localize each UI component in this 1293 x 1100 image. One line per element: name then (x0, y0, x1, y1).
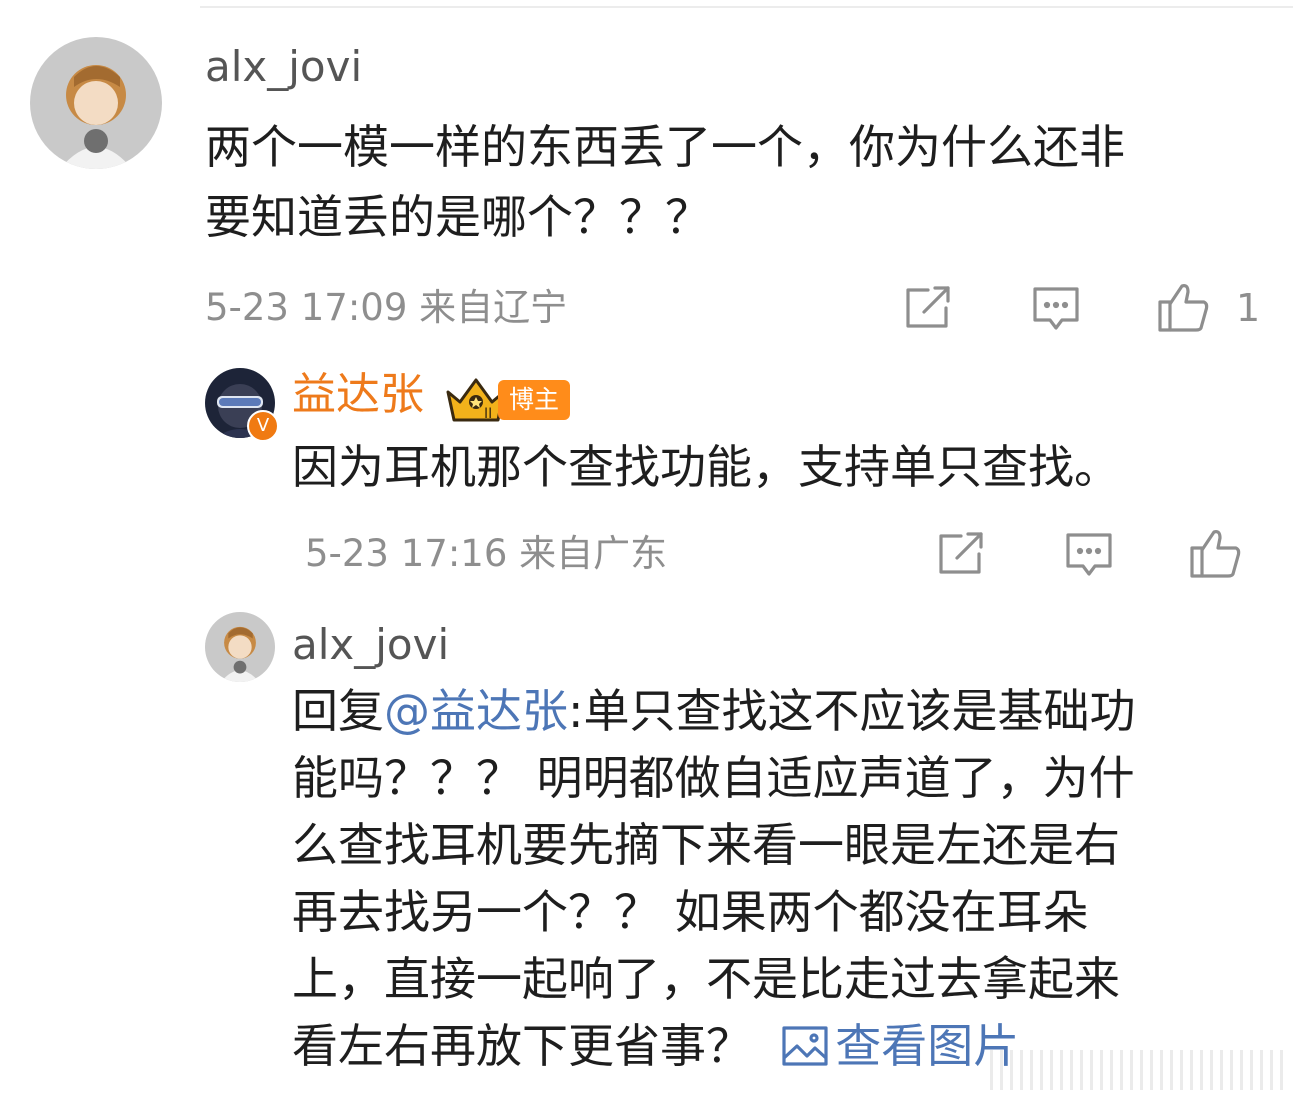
blogger-badge: 博主 (498, 380, 570, 420)
reply-prefix: 回复 (292, 684, 384, 738)
comment-icon[interactable] (1030, 284, 1082, 334)
like-count: 1 (1236, 286, 1261, 330)
reply-text-line-2: 能吗？？？ 明明都做自适应声道了，为什 (292, 751, 1135, 805)
view-image-link[interactable]: 查看图片 (781, 1019, 1019, 1073)
svg-text:II: II (484, 406, 492, 422)
reply-username[interactable]: alx_jovi (292, 620, 449, 670)
reply-text: 因为耳机那个查找功能，支持单只查找。 (292, 440, 1120, 494)
mention-link[interactable]: @益达张 (384, 684, 568, 738)
like-icon[interactable] (1156, 280, 1212, 334)
reply-text-line-4: 再去找另一个？？ 如果两个都没在耳朵 (292, 885, 1089, 939)
like-icon[interactable] (1188, 526, 1244, 580)
share-icon[interactable] (935, 530, 987, 578)
reply-username[interactable]: 益达张 (292, 370, 424, 420)
reply-text-line-5: 上，直接一起响了，不是比走过去拿起来 (292, 952, 1120, 1006)
reply-text-segment: 看左右再放下更省事？ (292, 1019, 752, 1073)
comment-text-line-2: 要知道丢的是哪个？？？ (205, 190, 711, 244)
image-icon (781, 1017, 829, 1087)
reply-timestamp: 5-23 17:16 来自广东 (305, 532, 668, 575)
watermark (990, 1050, 1290, 1090)
reply-text-line-1: 回复@益达张:单只查找这不应该是基础功 (292, 676, 1136, 746)
verified-badge-icon: V (247, 410, 279, 442)
comment-timestamp: 5-23 17:09 来自辽宁 (205, 286, 568, 329)
comment-username[interactable]: alx_jovi (205, 42, 362, 92)
reply-text-segment: :单只查找这不应该是基础功 (568, 684, 1136, 738)
comment-icon[interactable] (1063, 530, 1115, 580)
reply-text-line-6: 看左右再放下更省事？ 查看图片 (292, 1011, 1019, 1087)
share-icon[interactable] (902, 284, 954, 332)
comment-text-line-1: 两个一模一样的东西丢了一个，你为什么还非 (205, 120, 1125, 174)
avatar[interactable] (205, 612, 275, 682)
reply-text-line-3: 么查找耳机要先摘下来看一眼是左还是右 (292, 818, 1120, 872)
top-divider (200, 6, 1293, 8)
avatar[interactable] (30, 37, 162, 169)
